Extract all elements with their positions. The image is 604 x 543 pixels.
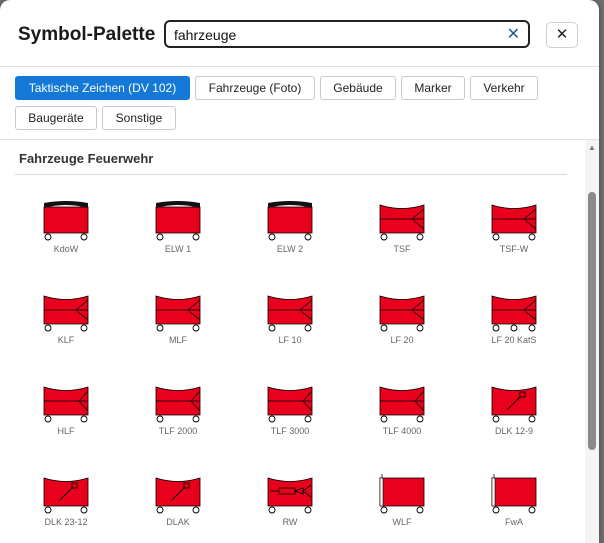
symbol-label: MLF [169, 335, 187, 345]
symbol-label: RW [282, 517, 298, 527]
tab-taktische-zeichen[interactable]: Taktische Zeichen (DV 102) [15, 76, 190, 100]
vehicle-symbol-icon [267, 477, 313, 514]
symbol-item[interactable]: MLF [122, 287, 234, 367]
clear-search-icon[interactable]: ✕ [507, 25, 520, 45]
vehicle-symbol-icon [379, 474, 425, 514]
symbol-label: KdoW [53, 244, 79, 254]
symbol-item[interactable]: DLK 12-9 [458, 378, 570, 458]
vehicle-symbol-icon [267, 201, 313, 241]
symbol-item[interactable]: ELW 2 [234, 196, 346, 276]
section-divider [15, 174, 567, 175]
symbol-label: TLF 2000 [158, 426, 198, 436]
tab-baugeraete[interactable]: Baugeräte [15, 106, 97, 130]
vehicle-symbol-icon [491, 474, 537, 514]
section-title: Fahrzeuge Feuerwehr [19, 151, 154, 166]
symbol-item[interactable]: LF 20 KatS [458, 287, 570, 367]
vehicle-symbol-icon [491, 295, 537, 332]
search-field[interactable]: ✕ [164, 20, 530, 48]
symbol-item[interactable]: DLK 23-12 [10, 469, 122, 543]
symbol-item[interactable]: TLF 4000 [346, 378, 458, 458]
symbol-label: KLF [57, 335, 75, 345]
symbol-item[interactable]: WLF [346, 469, 458, 543]
scroll-thumb[interactable] [588, 192, 596, 450]
vehicle-symbol-icon [267, 386, 313, 423]
symbol-item[interactable]: DLAK [122, 469, 234, 543]
symbol-label: WLF [392, 517, 412, 527]
symbol-label: DLAK [166, 517, 190, 527]
symbol-item[interactable]: TLF 3000 [234, 378, 346, 458]
symbol-item[interactable]: HLF [10, 378, 122, 458]
vehicle-symbol-icon [43, 477, 89, 514]
symbol-item[interactable]: KdoW [10, 196, 122, 276]
symbol-label: ELW 2 [276, 244, 304, 254]
vehicle-symbol-icon [43, 386, 89, 423]
symbol-item[interactable]: TLF 2000 [122, 378, 234, 458]
symbol-label: TSF-W [499, 244, 529, 254]
symbol-item[interactable]: LF 10 [234, 287, 346, 367]
vehicle-symbol-icon [379, 204, 425, 241]
vehicle-symbol-icon [155, 386, 201, 423]
tab-sonstige[interactable]: Sonstige [102, 106, 176, 130]
vehicle-symbol-icon [155, 477, 201, 514]
vehicle-symbol-icon [267, 295, 313, 332]
symbol-label: LF 10 [278, 335, 302, 345]
symbol-label: DLK 12-9 [494, 426, 534, 436]
symbol-item[interactable]: KLF [10, 287, 122, 367]
symbol-label: LF 20 KatS [491, 335, 537, 345]
tab-fahrzeuge-foto[interactable]: Fahrzeuge (Foto) [195, 76, 315, 100]
dialog-header: Symbol-Palette ✕ ✕ [0, 0, 599, 67]
symbol-label: TLF 3000 [270, 426, 310, 436]
close-button[interactable]: ✕ [546, 22, 578, 48]
symbol-label: FwA [505, 517, 523, 527]
vehicle-symbol-icon [491, 204, 537, 241]
vehicle-symbol-icon [155, 295, 201, 332]
symbol-item[interactable]: LF 20 [346, 287, 458, 367]
vehicle-symbol-icon [43, 201, 89, 241]
scrollbar[interactable]: ▲ [585, 140, 599, 543]
dialog-title: Symbol-Palette [18, 24, 156, 45]
symbol-label: TSF [393, 244, 411, 254]
symbol-list: Fahrzeuge Feuerwehr KdoW ELW 1 ELW 2 TSF TSF… [0, 140, 585, 543]
symbol-item[interactable]: ELW 1 [122, 196, 234, 276]
symbol-label: TLF 4000 [382, 426, 422, 436]
vehicle-symbol-icon [43, 295, 89, 332]
vehicle-symbol-icon [491, 386, 537, 423]
symbol-palette-dialog: Symbol-Palette ✕ ✕ Taktische Zeichen (DV… [0, 0, 599, 543]
vehicle-symbol-icon [379, 386, 425, 423]
symbol-label: LF 20 [390, 335, 414, 345]
symbol-label: DLK 23-12 [44, 517, 88, 527]
tab-gebaeude[interactable]: Gebäude [320, 76, 396, 100]
symbol-label: ELW 1 [164, 244, 192, 254]
symbol-label: HLF [57, 426, 75, 436]
search-input[interactable] [174, 25, 494, 45]
scroll-up-arrow-icon[interactable]: ▲ [587, 144, 597, 152]
vehicle-symbol-icon [379, 295, 425, 332]
symbol-item[interactable]: TSF [346, 196, 458, 276]
symbol-item[interactable]: RW [234, 469, 346, 543]
vehicle-symbol-icon [155, 201, 201, 241]
symbol-item[interactable]: TSF-W [458, 196, 570, 276]
symbol-item[interactable]: FwA [458, 469, 570, 543]
tab-marker[interactable]: Marker [401, 76, 465, 100]
tab-verkehr[interactable]: Verkehr [470, 76, 538, 100]
